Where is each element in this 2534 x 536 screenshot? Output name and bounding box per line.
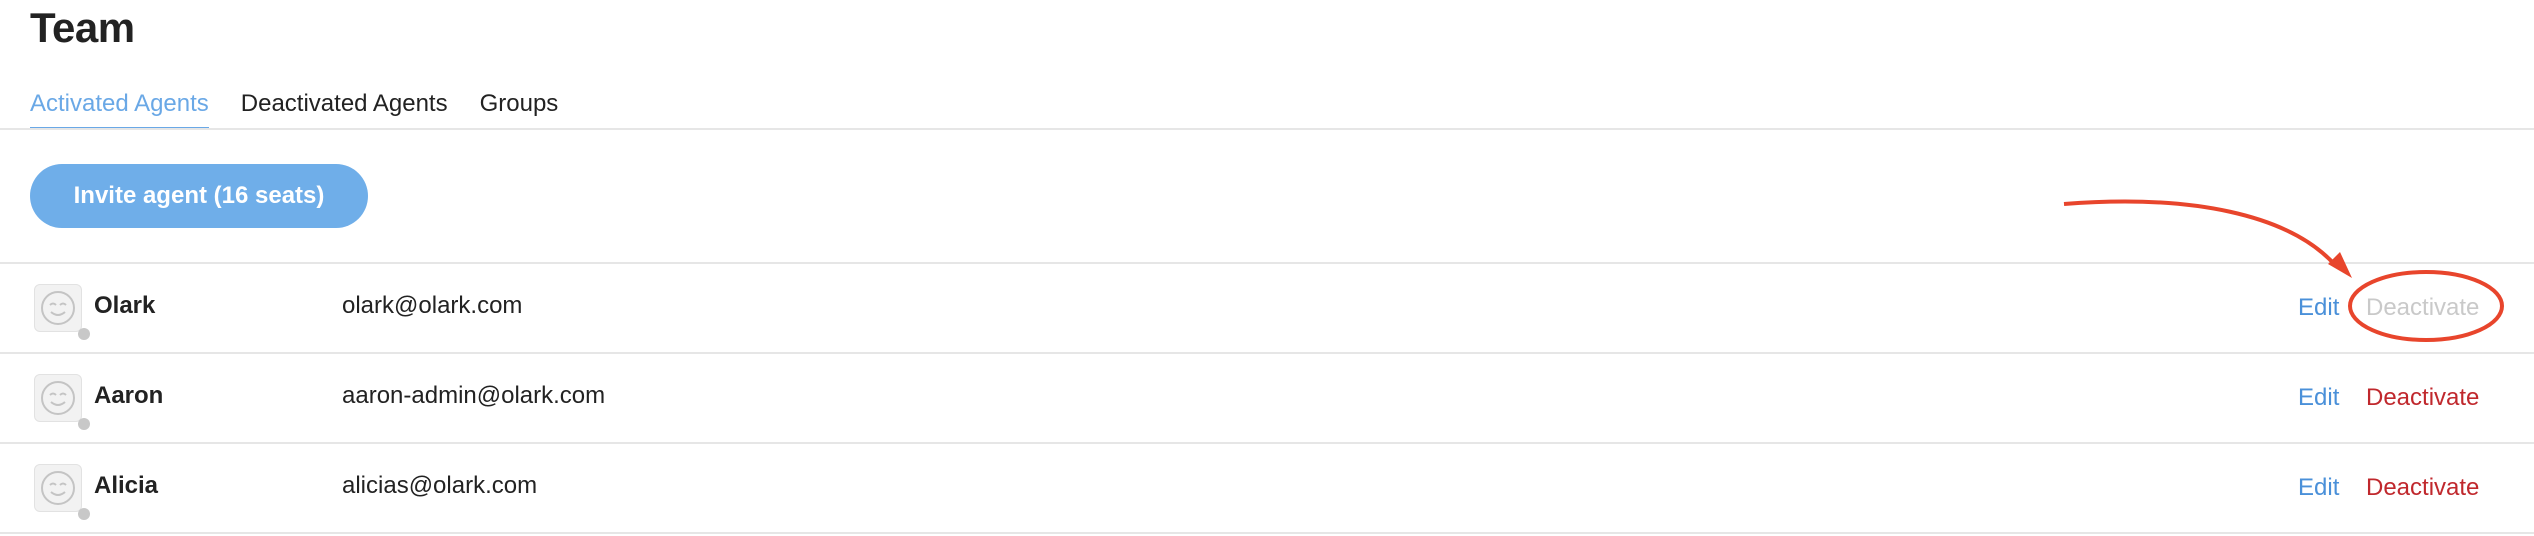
tab-groups[interactable]: Groups xyxy=(480,86,559,130)
page-title: Team xyxy=(30,4,135,51)
tabs-divider xyxy=(0,128,2534,130)
agents-list: Olark olark@olark.com Edit Deactivate Aa… xyxy=(0,262,2534,534)
agent-name: Olark xyxy=(94,292,156,319)
avatar xyxy=(34,284,82,332)
status-indicator xyxy=(78,328,90,340)
deactivate-link[interactable]: Deactivate xyxy=(2366,384,2479,412)
tab-deactivated-agents[interactable]: Deactivated Agents xyxy=(241,86,448,130)
tab-activated-agents[interactable]: Activated Agents xyxy=(30,86,209,130)
deactivate-link[interactable]: Deactivate xyxy=(2366,294,2479,322)
status-indicator xyxy=(78,418,90,430)
edit-link[interactable]: Edit xyxy=(2298,384,2339,412)
row-divider xyxy=(0,532,2534,534)
agent-row-olark: Olark olark@olark.com Edit Deactivate xyxy=(0,264,2534,352)
annotation-arrow-line xyxy=(2063,199,2338,268)
deactivate-link[interactable]: Deactivate xyxy=(2366,474,2479,502)
smiley-face-icon xyxy=(41,291,75,325)
agent-row-aaron: Aaron aaron-admin@olark.com Edit Deactiv… xyxy=(0,354,2534,442)
agent-row-alicia: Alicia alicias@olark.com Edit Deactivate xyxy=(0,444,2534,532)
team-page: Team Activated Agents Deactivated Agents… xyxy=(0,0,2534,536)
edit-link[interactable]: Edit xyxy=(2298,294,2339,322)
agent-email: olark@olark.com xyxy=(342,292,523,319)
avatar xyxy=(34,464,82,512)
tab-bar: Activated Agents Deactivated Agents Grou… xyxy=(30,86,558,130)
agent-name: Aaron xyxy=(94,382,164,409)
edit-link[interactable]: Edit xyxy=(2298,474,2339,502)
status-indicator xyxy=(78,508,90,520)
agent-email: aaron-admin@olark.com xyxy=(342,382,606,409)
avatar xyxy=(34,374,82,422)
agent-name: Alicia xyxy=(94,472,159,499)
agent-email: alicias@olark.com xyxy=(342,472,538,499)
invite-agent-button[interactable]: Invite agent (16 seats) xyxy=(30,164,368,228)
smiley-face-icon xyxy=(41,381,75,415)
smiley-face-icon xyxy=(41,471,75,505)
